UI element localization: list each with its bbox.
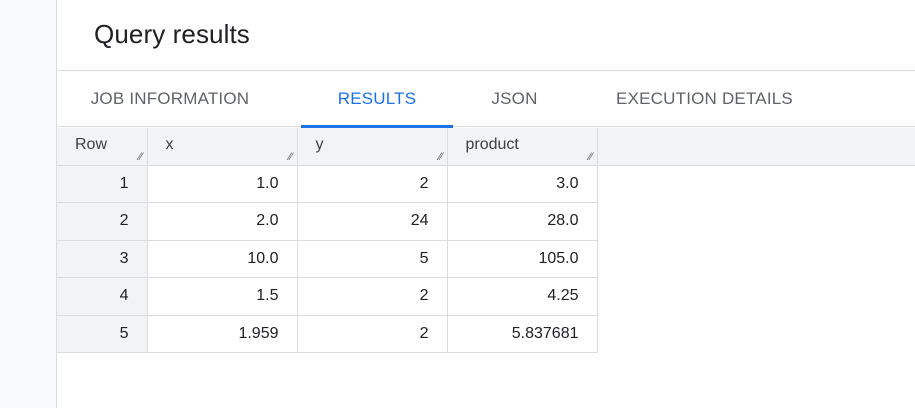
x-cell: 10.0 bbox=[147, 240, 298, 278]
column-resize-icon[interactable]: ⁄⁄ bbox=[589, 151, 593, 163]
product-cell: 4.25 bbox=[447, 277, 598, 316]
x-cell: 1.959 bbox=[147, 315, 298, 353]
query-results-panel: Query results JOB INFORMATION RESULTS JS… bbox=[57, 0, 915, 408]
results-table: Row ⁄⁄ x ⁄⁄ y ⁄⁄ product ⁄⁄ 1 1.0 2 3.0 … bbox=[57, 128, 915, 353]
row-number-cell: 2 bbox=[57, 202, 148, 241]
y-cell: 2 bbox=[297, 165, 448, 203]
column-header-label: y bbox=[315, 136, 324, 153]
row-number-cell: 3 bbox=[57, 240, 148, 278]
title-bar: Query results bbox=[57, 0, 915, 71]
column-header-label: product bbox=[465, 136, 519, 153]
table-row: 5 1.959 2 5.837681 bbox=[57, 315, 915, 353]
row-filler bbox=[597, 277, 915, 315]
left-navigation-strip bbox=[0, 0, 57, 408]
header-filler bbox=[597, 128, 915, 166]
product-cell: 5.837681 bbox=[447, 315, 598, 353]
tab-json[interactable]: JSON bbox=[467, 71, 562, 126]
column-header-row[interactable]: Row ⁄⁄ bbox=[57, 128, 148, 166]
results-tabs: JOB INFORMATION RESULTS JSON EXECUTION D… bbox=[57, 71, 915, 128]
tab-results[interactable]: RESULTS bbox=[301, 71, 453, 128]
column-header-label: x bbox=[165, 136, 174, 153]
tab-job-information[interactable]: JOB INFORMATION bbox=[75, 71, 265, 126]
row-number-cell: 4 bbox=[57, 277, 148, 316]
x-cell: 1.5 bbox=[147, 277, 298, 316]
x-cell: 1.0 bbox=[147, 165, 298, 203]
header-row: Row ⁄⁄ x ⁄⁄ y ⁄⁄ product ⁄⁄ bbox=[57, 128, 915, 166]
column-resize-icon[interactable]: ⁄⁄ bbox=[439, 151, 443, 163]
table-row: 4 1.5 2 4.25 bbox=[57, 277, 915, 316]
column-header-x[interactable]: x ⁄⁄ bbox=[147, 128, 298, 166]
y-cell: 24 bbox=[297, 202, 448, 241]
tab-execution-details[interactable]: EXECUTION DETAILS bbox=[577, 71, 832, 126]
y-cell: 5 bbox=[297, 240, 448, 278]
column-resize-icon[interactable]: ⁄⁄ bbox=[139, 151, 143, 163]
table-row: 1 1.0 2 3.0 bbox=[57, 165, 915, 203]
product-cell: 28.0 bbox=[447, 202, 598, 241]
results-grid: Row ⁄⁄ x ⁄⁄ y ⁄⁄ product ⁄⁄ 1 1.0 2 3.0 … bbox=[57, 128, 915, 353]
product-cell: 3.0 bbox=[447, 165, 598, 203]
y-cell: 2 bbox=[297, 277, 448, 316]
row-filler bbox=[597, 202, 915, 240]
row-number-cell: 1 bbox=[57, 165, 148, 203]
row-number-cell: 5 bbox=[57, 315, 148, 353]
row-filler bbox=[597, 240, 915, 278]
column-header-y[interactable]: y ⁄⁄ bbox=[297, 128, 448, 166]
row-filler bbox=[597, 315, 915, 353]
y-cell: 2 bbox=[297, 315, 448, 353]
column-resize-icon[interactable]: ⁄⁄ bbox=[289, 151, 293, 163]
product-cell: 105.0 bbox=[447, 240, 598, 278]
table-row: 2 2.0 24 28.0 bbox=[57, 202, 915, 241]
x-cell: 2.0 bbox=[147, 202, 298, 241]
row-filler bbox=[597, 165, 915, 203]
column-header-label: Row bbox=[75, 136, 108, 153]
table-row: 3 10.0 5 105.0 bbox=[57, 240, 915, 278]
column-header-product[interactable]: product ⁄⁄ bbox=[447, 128, 598, 166]
panel-title: Query results bbox=[94, 19, 250, 49]
